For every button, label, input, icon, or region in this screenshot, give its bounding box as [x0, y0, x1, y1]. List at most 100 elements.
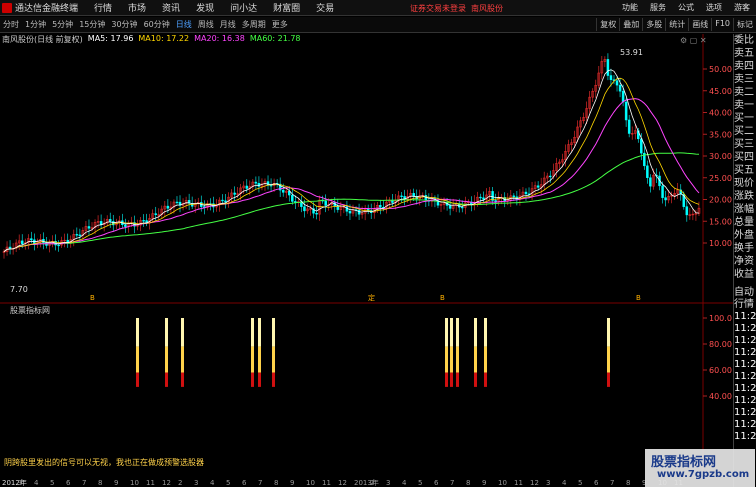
signal-bar-mid: [165, 346, 168, 373]
candle-body: [536, 185, 540, 188]
date-tick: 7: [258, 479, 262, 487]
ma5-label: MA5: 17.96: [87, 34, 134, 43]
period-60min[interactable]: 60分钟: [144, 19, 170, 30]
period-more[interactable]: 更多: [272, 19, 288, 30]
candle-body: [400, 195, 403, 197]
period-daily[interactable]: 日线: [176, 19, 192, 30]
menu-options[interactable]: 选项: [706, 2, 722, 13]
y-tick-label: 20.00: [709, 196, 732, 205]
login-notice[interactable]: 证券交易未登录: [410, 3, 466, 14]
menu-ask[interactable]: 问小达: [230, 1, 257, 14]
menu-service[interactable]: 服务: [650, 2, 666, 13]
tick-time-1: 11:2: [734, 323, 756, 334]
side-item-1: 卖五: [734, 48, 754, 59]
candle-body: [640, 138, 643, 154]
period-monthly[interactable]: 月线: [220, 19, 236, 30]
candle-body: [524, 191, 528, 195]
overlay-button[interactable]: 叠加: [619, 18, 642, 31]
y-tick-label: 25.00: [709, 174, 732, 183]
date-tick: 5: [578, 479, 582, 487]
menu-market[interactable]: 市场: [128, 1, 146, 14]
tick-time-4: 11:2: [734, 359, 756, 370]
indicator-title: 股票指标网: [10, 306, 50, 315]
y-tick-label: 10.00: [709, 239, 732, 248]
date-tick: 5: [50, 479, 54, 487]
period-toolbar: 分时 1分钟 5分钟 15分钟 30分钟 60分钟 日线 周线 月线 多周期 更…: [0, 17, 756, 33]
tick-time-3: 11:2: [734, 347, 756, 358]
menu-trade[interactable]: 交易: [316, 1, 334, 14]
candle-body: [348, 211, 352, 214]
menu-wealth[interactable]: 财富圈: [273, 1, 300, 14]
candle-body: [482, 197, 485, 200]
date-tick: 12: [162, 479, 171, 487]
stock-label: 南风股份(日线 前复权): [2, 35, 83, 44]
signal-bar-bottom: [258, 372, 261, 387]
signal-bar-bottom: [165, 372, 168, 387]
candle-body: [512, 195, 516, 198]
auto-label[interactable]: 自动: [734, 283, 756, 298]
stats-button[interactable]: 统计: [665, 18, 688, 31]
period-5min[interactable]: 5分钟: [52, 19, 73, 30]
candle-body: [30, 238, 33, 241]
mark-button[interactable]: 标记: [733, 18, 756, 31]
indicator-panel[interactable]: 100.0 80.00 60.00 40.00: [0, 302, 733, 472]
candlestick-chart[interactable]: 50.00 45.00 40.00 35.00 30.00 25.00 20.00 15.00…: [0, 34, 733, 304]
date-tick: 12: [338, 479, 347, 487]
indicator-y-tick: 60.00: [709, 366, 732, 375]
candle-body: [624, 101, 628, 121]
side-item-15: 外盘: [734, 230, 754, 241]
date-tick: 4: [562, 479, 567, 487]
period-1min[interactable]: 1分钟: [25, 19, 46, 30]
multi-stock-button[interactable]: 多股: [642, 18, 665, 31]
candle-body: [269, 185, 273, 187]
menu-formula[interactable]: 公式: [678, 2, 694, 13]
candle-body: [606, 59, 610, 76]
date-tick: 11: [146, 479, 155, 487]
signal-bar-mid: [251, 346, 254, 373]
top-menu-bar: 通达信金融终端 行情 市场 资讯 发现 问小达 财富圈 交易 证券交易未登录 南…: [0, 0, 756, 16]
menu-discover[interactable]: 发现: [196, 1, 214, 14]
signal-bar-top: [272, 318, 275, 347]
top-right-menu: 功能 服务 公式 选项 游客: [616, 2, 756, 13]
signal-bar-mid: [456, 346, 459, 373]
menu-guest[interactable]: 游客: [734, 2, 750, 13]
adjust-button[interactable]: 复权: [596, 18, 619, 31]
candle-body: [291, 194, 294, 202]
ma10-line: [3, 77, 700, 253]
quote-side-panel: 委比 卖五 卖四 卖三 卖二 卖一 买一 买二 买三 买四 买五 现价 涨跌 涨幅 总量 外盘 换手 净资 收益 自…: [733, 34, 756, 487]
menu-function[interactable]: 功能: [622, 2, 638, 13]
indicator-note: 阴跨股里发出的信号可以无视，我也正在做成预警选股器: [4, 458, 204, 467]
low-price-label: 7.70: [10, 285, 28, 294]
chart-controls[interactable]: ⚙ ▢ ✕: [680, 36, 707, 45]
date-tick: 3: [194, 479, 198, 487]
signal-bar-top: [445, 318, 448, 347]
side-item-3: 卖三: [734, 74, 754, 85]
ma60-label: MA60: 21.78: [249, 34, 301, 43]
signal-bar-bottom: [456, 372, 459, 387]
watermark-url: www.7gpzb.com: [657, 469, 750, 480]
auto-sub-label: 行情: [734, 299, 754, 310]
date-tick: 12: [530, 479, 539, 487]
candle-body: [75, 234, 79, 236]
period-weekly[interactable]: 周线: [198, 19, 214, 30]
date-tick: 2013年: [354, 478, 379, 487]
period-30min[interactable]: 30分钟: [111, 19, 137, 30]
event-marker: 定: [368, 293, 375, 302]
signal-bar-top: [474, 318, 477, 347]
side-item-18: 收益: [734, 269, 754, 280]
period-timeshare[interactable]: 分时: [3, 19, 19, 30]
date-tick: 5: [226, 479, 230, 487]
ma5-line: [3, 69, 700, 253]
side-item-9: 买四: [734, 152, 754, 163]
menu-news[interactable]: 资讯: [162, 1, 180, 14]
signal-bar-top: [251, 318, 254, 347]
f10-button[interactable]: F10: [711, 18, 733, 31]
menu-quotes[interactable]: 行情: [94, 1, 112, 14]
candle-body: [175, 201, 179, 204]
draw-line-button[interactable]: 画线: [688, 18, 711, 31]
period-15min[interactable]: 15分钟: [79, 19, 105, 30]
candle-body: [233, 192, 236, 195]
date-tick: 2: [370, 479, 374, 487]
period-multi[interactable]: 多周期: [242, 19, 266, 30]
candle-body: [166, 205, 170, 209]
